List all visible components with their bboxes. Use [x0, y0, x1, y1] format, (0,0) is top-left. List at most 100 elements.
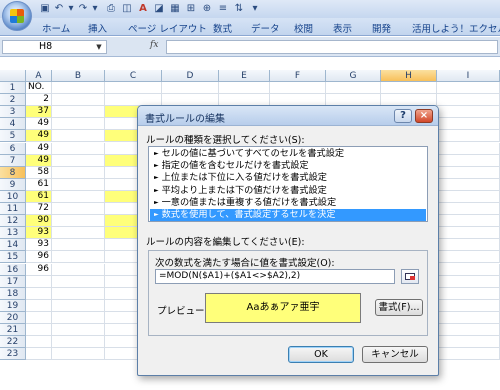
sort-icon[interactable]: ⇅ [232, 2, 246, 16]
cell-a9[interactable]: 61 [26, 178, 52, 191]
name-box[interactable]: H8 [2, 40, 107, 54]
cell-b16[interactable] [52, 263, 105, 276]
cell-i6[interactable] [437, 142, 500, 155]
cell-i19[interactable] [437, 299, 500, 312]
cell-b17[interactable] [52, 275, 105, 288]
close-button[interactable]: × [415, 109, 433, 123]
cell-b23[interactable] [52, 348, 105, 361]
row-header[interactable]: 17 [0, 275, 26, 288]
dropdown-arrow-icon[interactable]: ▾ [88, 2, 102, 16]
cell-d1[interactable] [162, 82, 219, 94]
cell-i5[interactable] [437, 130, 500, 143]
cell-i11[interactable] [437, 203, 500, 215]
collapse-dialog-button[interactable] [401, 269, 419, 284]
cell-a17[interactable] [26, 275, 52, 288]
cell-c1[interactable] [105, 82, 162, 94]
cancel-button[interactable]: キャンセル [362, 346, 428, 363]
cell-a22[interactable] [26, 336, 52, 349]
formula-field[interactable]: =MOD(N($A1)+($A1<>$A2),2) [155, 269, 395, 284]
column-header-a[interactable]: A [26, 70, 52, 82]
row-header[interactable]: 20 [0, 311, 26, 324]
row-header[interactable]: 2 [0, 94, 26, 107]
row-header[interactable]: 22 [0, 336, 26, 349]
tab-data[interactable]: データ [251, 21, 280, 35]
row-header[interactable]: 5 [0, 130, 26, 143]
column-header-d[interactable]: D [162, 70, 219, 82]
cell-b19[interactable] [52, 299, 105, 312]
office-button[interactable] [2, 1, 32, 31]
tab-developer[interactable]: 開発 [372, 21, 391, 35]
rule-type-item[interactable]: ► 指定の値を含むセルだけを書式設定 [150, 160, 426, 172]
cell-a2[interactable]: 2 [26, 94, 52, 107]
cell-i16[interactable] [437, 263, 500, 276]
borders-icon[interactable]: ▦ [168, 2, 182, 16]
cell-i15[interactable] [437, 251, 500, 264]
tab-insert[interactable]: 挿入 [88, 21, 107, 35]
row-header[interactable]: 14 [0, 239, 26, 252]
cell-i23[interactable] [437, 348, 500, 361]
cell-i21[interactable] [437, 324, 500, 336]
cell-i10[interactable] [437, 190, 500, 203]
cell-e1[interactable] [219, 82, 270, 94]
fill-color-icon[interactable]: ◪ [152, 2, 166, 16]
tab-addin[interactable]: 活用しよう！エクセル [412, 21, 500, 35]
column-header-g[interactable]: G [326, 70, 381, 82]
cell-a21[interactable] [26, 324, 52, 336]
dialog-titlebar[interactable]: 書式ルールの編集 ? × [138, 106, 438, 126]
column-header-e[interactable]: E [219, 70, 270, 82]
rule-type-item[interactable]: ► 平均より上または下の値だけを書式設定 [150, 185, 426, 197]
cell-i2[interactable] [437, 94, 500, 107]
cell-b21[interactable] [52, 324, 105, 336]
cell-a3[interactable]: 37 [26, 106, 52, 119]
column-header-b[interactable]: B [52, 70, 105, 82]
row-header[interactable]: 23 [0, 348, 26, 361]
row-header[interactable]: 16 [0, 263, 26, 276]
cell-a13[interactable]: 93 [26, 227, 52, 240]
cell-b22[interactable] [52, 336, 105, 349]
column-header-f[interactable]: F [270, 70, 326, 82]
cell-a16[interactable]: 96 [26, 263, 52, 276]
cell-a7[interactable]: 49 [26, 154, 52, 167]
cell-i17[interactable] [437, 275, 500, 288]
row-header[interactable]: 7 [0, 154, 26, 167]
row-header[interactable]: 1 [0, 82, 26, 94]
cell-i3[interactable] [437, 106, 500, 119]
cell-i13[interactable] [437, 227, 500, 240]
insert-icon[interactable]: ⊕ [200, 2, 214, 16]
row-header[interactable]: 11 [0, 203, 26, 215]
cell-a23[interactable] [26, 348, 52, 361]
rule-type-item[interactable]: ► セルの値に基づいてすべてのセルを書式設定 [150, 148, 426, 160]
chevron-down-icon[interactable]: ▼ [94, 41, 104, 53]
cell-b11[interactable] [52, 203, 105, 215]
align-icon[interactable]: ≡ [216, 2, 230, 16]
insert-function-icon[interactable]: fx [150, 40, 158, 50]
cell-a4[interactable]: 49 [26, 118, 52, 131]
cell-b12[interactable] [52, 215, 105, 228]
cell-b14[interactable] [52, 239, 105, 252]
merge-icon[interactable]: ⊞ [184, 2, 198, 16]
tab-page-layout[interactable]: ページ レイアウト [128, 21, 207, 35]
cell-g1[interactable] [326, 82, 381, 94]
cell-i4[interactable] [437, 118, 500, 131]
ok-button[interactable]: OK [288, 346, 354, 363]
tab-review[interactable]: 校閲 [294, 21, 313, 35]
cell-a18[interactable] [26, 287, 52, 300]
cell-b9[interactable] [52, 178, 105, 191]
row-header[interactable]: 10 [0, 190, 26, 203]
tab-home[interactable]: ホーム [42, 21, 70, 35]
row-header[interactable]: 4 [0, 118, 26, 131]
cell-h1[interactable] [381, 82, 437, 94]
cell-b1[interactable] [52, 82, 105, 94]
cell-a19[interactable] [26, 299, 52, 312]
cell-a12[interactable]: 90 [26, 215, 52, 228]
format-button[interactable]: 書式(F)... [375, 299, 423, 316]
select-all-corner[interactable] [0, 70, 26, 82]
tab-view[interactable]: 表示 [333, 21, 352, 35]
row-header[interactable]: 3 [0, 106, 26, 119]
cell-b10[interactable] [52, 190, 105, 203]
print-icon[interactable]: ⎙ [104, 2, 118, 16]
cell-a1[interactable]: NO. [26, 82, 52, 94]
row-header[interactable]: 9 [0, 178, 26, 191]
cell-b20[interactable] [52, 311, 105, 324]
rule-type-item[interactable]: ► 一意の値または重複する値だけを書式設定 [150, 197, 426, 209]
